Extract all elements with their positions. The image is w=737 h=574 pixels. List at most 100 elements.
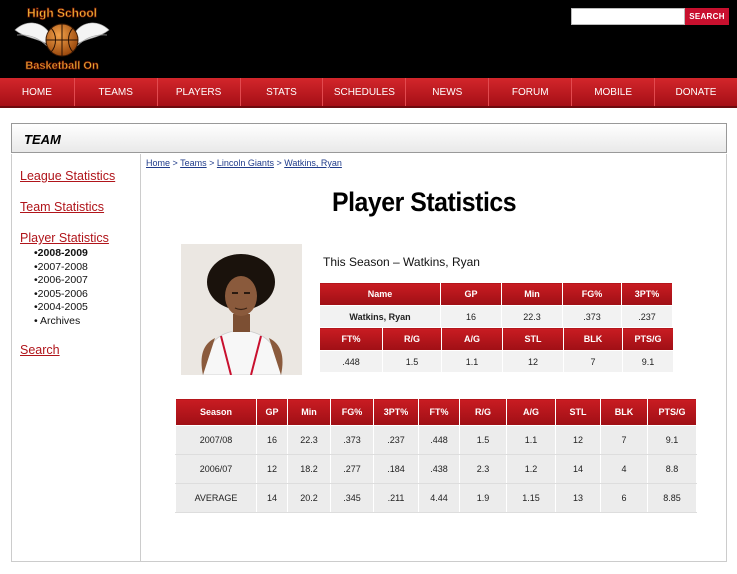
column-header[interactable]: STL [555,398,601,426]
table-cell: 14 [555,454,601,484]
table-cell: 1.15 [506,483,556,513]
table-cell: .237 [373,425,419,455]
table-cell: 1.9 [459,483,507,513]
table-cell: 6 [600,483,648,513]
table-cell: .438 [418,454,460,484]
column-header[interactable]: PTS/G [647,398,697,426]
table-cell: 13 [555,483,601,513]
nav-donate[interactable]: DONATE [655,78,737,106]
column-header[interactable]: A/G [441,327,503,351]
table-cell: 7 [563,350,623,373]
table-row: 2007/08 16 22.3 .373 .237 .448 1.5 1.1 1… [175,425,697,455]
column-header[interactable]: Min [501,282,563,306]
nav-schedules[interactable]: SCHEDULES [323,78,407,106]
column-header[interactable]: Name [319,282,441,306]
this-season-table-bottom: FT% R/G A/G STL BLK PTS/G .448 1.5 1.1 1… [319,327,674,373]
column-header[interactable]: GP [256,398,288,426]
table-row: AVERAGE 14 20.2 .345 .211 4.44 1.9 1.15 … [175,483,697,513]
table-cell: 4 [600,454,648,484]
breadcrumb-home[interactable]: Home [146,158,170,168]
sidebar-link-search[interactable]: Search [20,343,60,357]
logo-text-bottom: Basketball On [25,60,99,72]
table-cell: 2006/07 [175,454,257,484]
column-header[interactable]: R/G [459,398,507,426]
table-row: 2006/07 12 18.2 .277 .184 .438 2.3 1.2 1… [175,454,697,484]
player-photo [181,244,302,375]
breadcrumb: Home > Teams > Lincoln Giants > Watkins,… [146,158,342,168]
site-logo[interactable]: High School Basketball On [7,4,117,72]
column-header[interactable]: BLK [563,327,623,351]
this-season-table-top: Name GP Min FG% 3PT% Watkins, Ryan 16 22… [319,282,673,328]
logo-text-top: High School [27,6,97,20]
table-row: Watkins, Ryan 16 22.3 .373 .237 [319,305,673,328]
table-cell: .448 [319,350,383,373]
search-button[interactable]: SEARCH [685,8,729,25]
sidebar-link-player-statistics[interactable]: Player Statistics [20,231,109,245]
sidebar-link-team-statistics[interactable]: Team Statistics [20,200,104,214]
season-item-2008-2009[interactable]: •2008-2009 [34,247,88,261]
nav-teams[interactable]: TEAMS [75,78,158,106]
table-cell: .184 [373,454,419,484]
column-header[interactable]: FG% [330,398,374,426]
table-cell: 22.3 [501,305,563,328]
table-cell: 12 [502,350,564,373]
column-header[interactable]: FT% [319,327,383,351]
content-area: League Statistics Team Statistics Player… [11,154,727,562]
table-header-row: Season GP Min FG% 3PT% FT% R/G A/G STL B… [175,398,697,426]
column-header[interactable]: STL [502,327,564,351]
sidebar: League Statistics Team Statistics Player… [12,154,141,561]
breadcrumb-separator: > [273,158,285,168]
nav-forum[interactable]: FORUM [489,78,573,106]
table-cell: 22.3 [287,425,331,455]
breadcrumb-teams[interactable]: Teams [180,158,207,168]
nav-stats[interactable]: STATS [241,78,324,106]
table-cell: 8.85 [647,483,697,513]
table-cell: 1.2 [506,454,556,484]
table-header-row: FT% R/G A/G STL BLK PTS/G [319,327,674,351]
season-item-2006-2007[interactable]: •2006-2007 [34,274,88,288]
table-cell: Watkins, Ryan [319,305,441,328]
table-row: .448 1.5 1.1 12 7 9.1 [319,350,674,373]
table-cell: AVERAGE [175,483,257,513]
nav-news[interactable]: NEWS [406,78,490,106]
column-header[interactable]: FG% [562,282,622,306]
table-cell: 2007/08 [175,425,257,455]
nav-mobile[interactable]: MOBILE [572,78,656,106]
season-item-2005-2006[interactable]: •2005-2006 [34,288,88,302]
breadcrumb-player[interactable]: Watkins, Ryan [284,158,342,168]
season-item-2007-2008[interactable]: •2007-2008 [34,261,88,275]
column-header[interactable]: BLK [600,398,648,426]
column-header[interactable]: A/G [506,398,556,426]
page-title: Player Statistics [332,187,517,217]
breadcrumb-team[interactable]: Lincoln Giants [217,158,274,168]
site-header: High School Basketball On SEARCH [0,0,737,78]
nav-home[interactable]: HOME [0,78,75,106]
column-header[interactable]: GP [440,282,502,306]
sidebar-link-league-statistics[interactable]: League Statistics [20,169,115,183]
table-cell: 2.3 [459,454,507,484]
table-cell: .373 [562,305,622,328]
column-header[interactable]: 3PT% [373,398,419,426]
section-title: TEAM [24,132,61,147]
table-cell: 1.1 [506,425,556,455]
table-cell: 18.2 [287,454,331,484]
breadcrumb-separator: > [170,158,181,168]
search-input[interactable] [571,8,685,25]
column-header[interactable]: Min [287,398,331,426]
column-header[interactable]: FT% [418,398,460,426]
column-header[interactable]: 3PT% [621,282,673,306]
table-cell: .373 [330,425,374,455]
section-header: TEAM [11,123,727,153]
nav-players[interactable]: PLAYERS [158,78,241,106]
column-header[interactable]: PTS/G [622,327,674,351]
table-cell: 16 [440,305,502,328]
table-cell: .237 [621,305,673,328]
season-item-archives[interactable]: • Archives [34,315,88,329]
season-list: •2008-2009 •2007-2008 •2006-2007 •2005-2… [34,247,88,328]
season-item-2004-2005[interactable]: •2004-2005 [34,301,88,315]
column-header[interactable]: Season [175,398,257,426]
column-header[interactable]: R/G [382,327,442,351]
main-nav: HOME TEAMS PLAYERS STATS SCHEDULES NEWS … [0,78,737,108]
table-cell: 20.2 [287,483,331,513]
table-cell: 8.8 [647,454,697,484]
